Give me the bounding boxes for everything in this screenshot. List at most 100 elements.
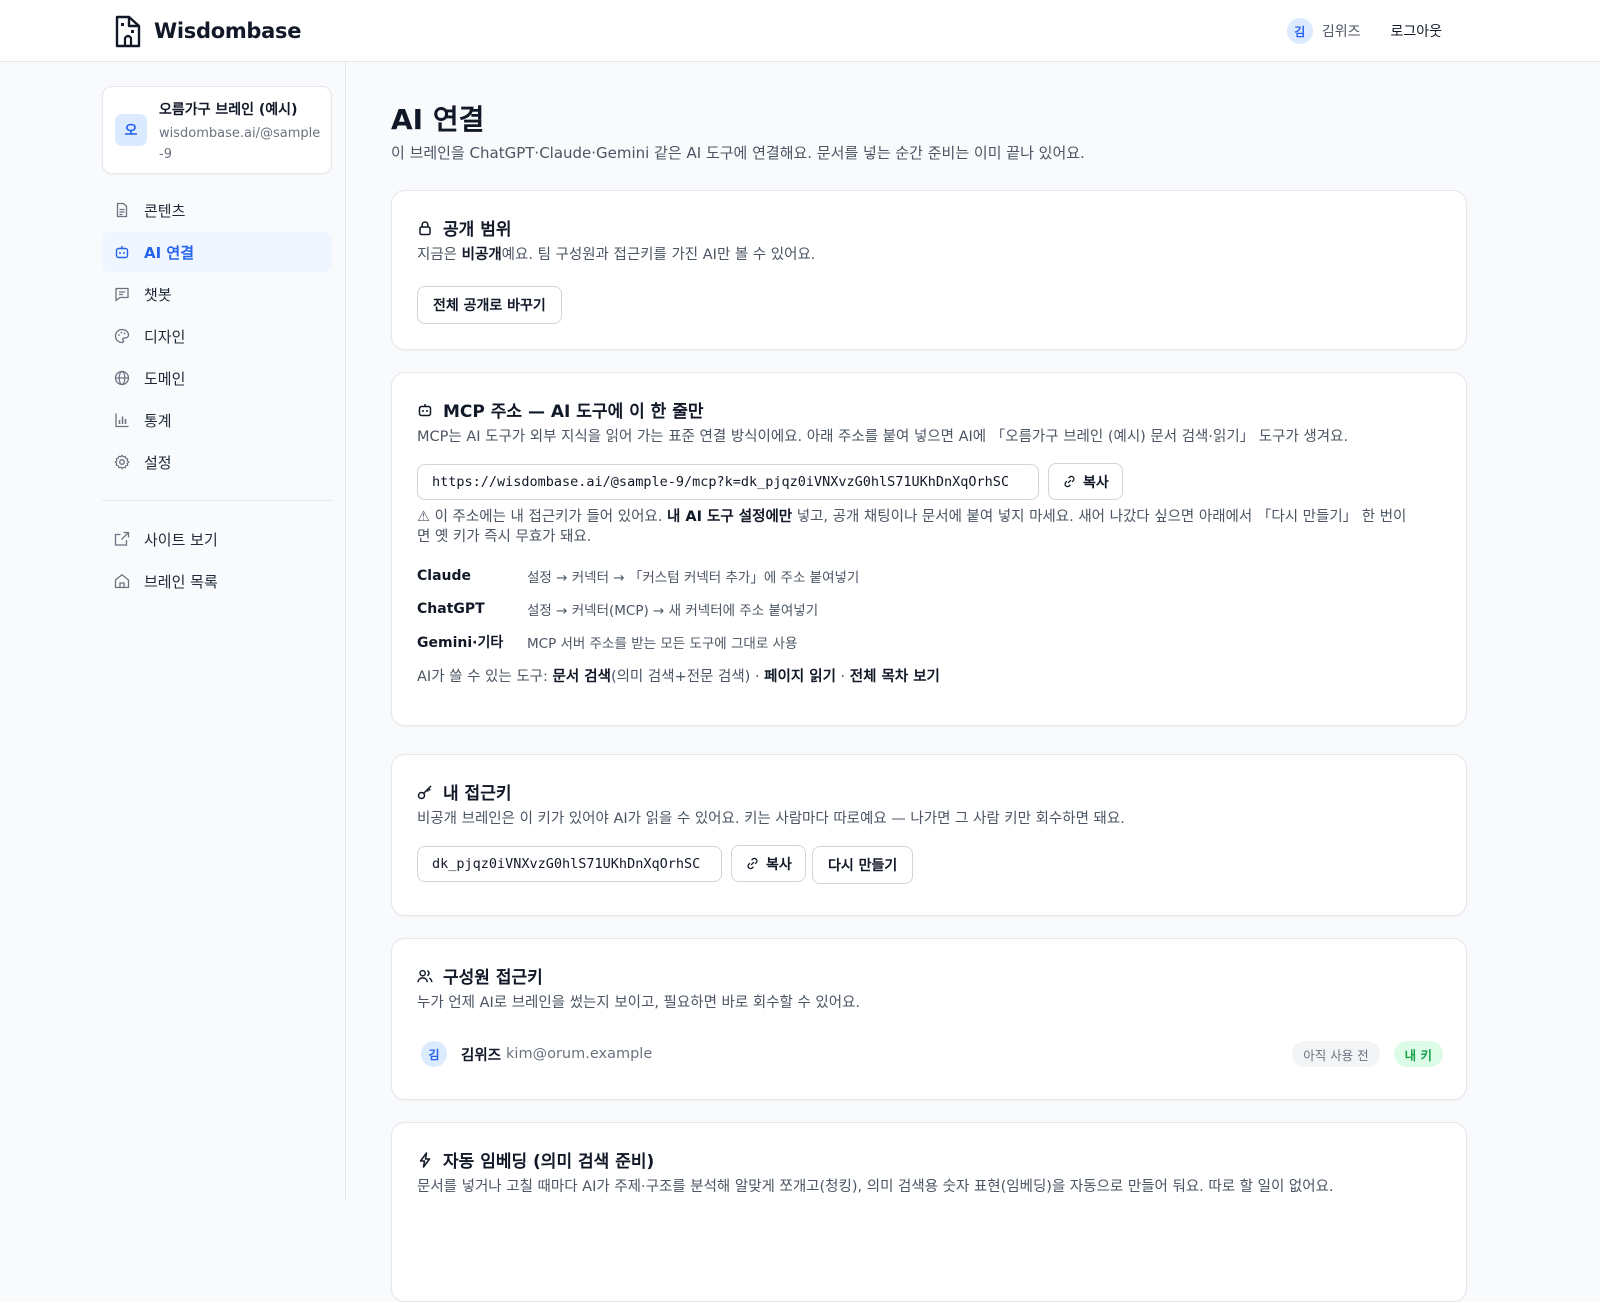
avatar: 김 xyxy=(1286,18,1313,44)
desc-text: 예요. 팀 구성원과 접근키를 가진 AI만 볼 수 있어요. xyxy=(501,247,816,263)
sidebar-item-contents[interactable]: 콘텐츠 xyxy=(102,190,332,230)
tool-instructions: 설정 → 커넥터(MCP) → 새 커넥터에 주소 붙여넣기 xyxy=(527,603,819,619)
mcp-card: MCP 주소 — AI 도구에 이 한 줄만 MCP는 AI 도구가 외부 지식… xyxy=(391,372,1467,726)
sidebar-item-label: 설정 xyxy=(144,453,172,472)
sidebar: 오 오름가구 브레인 (예시) wisdombase.ai/@sample-9 … xyxy=(0,62,346,1200)
warning-text: ⚠ 이 주소에는 내 접근키가 들어 있어요. xyxy=(417,509,667,525)
sidebar-item-label: 사이트 보기 xyxy=(144,530,218,549)
sidebar-item-label: 디자인 xyxy=(144,327,186,346)
palette-icon xyxy=(114,328,130,344)
tool-toc: 전체 목차 보기 xyxy=(849,669,940,685)
copy-label: 복사 xyxy=(1083,474,1109,491)
lightning-icon xyxy=(417,1151,433,1168)
copy-url-button[interactable]: 복사 xyxy=(1048,463,1123,500)
link-icon xyxy=(1064,475,1075,488)
tool-search: 문서 검색 xyxy=(552,669,611,685)
globe-icon xyxy=(114,370,130,386)
regenerate-key-button[interactable]: 다시 만들기 xyxy=(812,846,914,884)
desc-text: 지금은 xyxy=(417,247,462,263)
card-title: MCP 주소 — AI 도구에 이 한 줄만 xyxy=(417,397,704,422)
member-email: kim@orum.example xyxy=(506,1046,653,1062)
member-row: 김 김위즈 kim@orum.example 아직 사용 전 내 키 xyxy=(417,1037,1443,1071)
sidebar-item-ai-connect[interactable]: AI 연결 xyxy=(102,232,332,272)
tool-name: Claude xyxy=(417,568,472,584)
card-title: 자동 임베딩 (의미 검색 준비) xyxy=(417,1147,654,1172)
user-name: 김위즈 xyxy=(1321,24,1361,40)
tool-row-gemini: Gemini·기타 MCP 서버 주소를 받는 모든 도구에 그대로 사용 xyxy=(417,632,797,652)
separator: · xyxy=(835,669,850,685)
brain-switcher[interactable]: 오 오름가구 브레인 (예시) wisdombase.ai/@sample-9 xyxy=(102,86,332,174)
sidebar-item-settings[interactable]: 설정 xyxy=(102,442,332,482)
tool-instructions: 설정 → 커넥터 → 「커스텀 커넥터 추가」에 주소 붙여넣기 xyxy=(527,570,860,586)
card-description: 문서를 넣거나 고칠 때마다 AI가 주제·구조를 분석해 알맞게 쪼개고(청킹… xyxy=(417,1179,1334,1195)
users-icon xyxy=(417,968,433,984)
card-title-text: 자동 임베딩 (의미 검색 준비) xyxy=(443,1152,655,1172)
sidebar-item-design[interactable]: 디자인 xyxy=(102,316,332,356)
sidebar-item-label: 도메인 xyxy=(144,369,186,388)
home-icon xyxy=(114,573,130,589)
brain-avatar: 오 xyxy=(115,114,147,146)
card-description: MCP는 AI 도구가 외부 지식을 읽어 가는 표준 연결 방식이에요. 아래… xyxy=(417,429,1349,445)
robot-icon xyxy=(417,402,433,418)
card-title-text: MCP 주소 — AI 도구에 이 한 줄만 xyxy=(443,402,704,422)
sidebar-item-brain-list[interactable]: 브레인 목록 xyxy=(102,561,332,601)
tool-name: Gemini·기타 xyxy=(417,635,504,651)
bar-chart-icon xyxy=(114,412,130,428)
tool-read-page: 페이지 읽기 xyxy=(764,669,836,685)
building-logo-icon xyxy=(115,15,141,48)
logout-button[interactable]: 로그아웃 xyxy=(1390,21,1442,41)
separator: · xyxy=(750,669,765,685)
tools-prefix: AI가 쓸 수 있는 도구: xyxy=(417,669,553,685)
tool-note: (의미 검색+전문 검색) xyxy=(610,669,751,685)
make-public-button[interactable]: 전체 공개로 바꾸기 xyxy=(417,286,562,324)
brain-name: 오름가구 브레인 (예시) xyxy=(159,102,298,118)
mcp-url-field[interactable]: https://wisdombase.ai/@sample-9/mcp?k=dk… xyxy=(417,464,1039,500)
member-badges: 아직 사용 전 내 키 xyxy=(1292,1041,1443,1067)
top-bar: Wisdombase 김 김위즈 로그아웃 xyxy=(0,0,1600,62)
sidebar-item-label: AI 연결 xyxy=(144,243,195,262)
brand-logo-link[interactable]: Wisdombase xyxy=(114,14,301,48)
sidebar-item-domain[interactable]: 도메인 xyxy=(102,358,332,398)
sidebar-nav: 콘텐츠 AI 연결 챗봇 디자인 도메인 통계 설정 사이트 보기 브레인 목록 xyxy=(102,190,332,603)
auto-embedding-card: 자동 임베딩 (의미 검색 준비) 문서를 넣거나 고칠 때마다 AI가 주제·… xyxy=(391,1122,1467,1302)
sidebar-item-stats[interactable]: 통계 xyxy=(102,400,332,440)
tool-row-claude: Claude 설정 → 커넥터 → 「커스텀 커넥터 추가」에 주소 붙여넣기 xyxy=(417,566,859,586)
avatar: 김 xyxy=(421,1041,447,1067)
card-title: 구성원 접근키 xyxy=(417,963,543,988)
user-menu: 김 김위즈 로그아웃 xyxy=(1286,18,1442,44)
card-description: 누가 언제 AI로 브레인을 썼는지 보이고, 필요하면 바로 회수할 수 있어… xyxy=(417,995,861,1011)
visibility-card: 공개 범위 지금은 비공개예요. 팀 구성원과 접근키를 가진 AI만 볼 수 … xyxy=(391,190,1467,350)
sidebar-item-label: 브레인 목록 xyxy=(144,572,218,591)
document-icon xyxy=(114,202,130,218)
chat-icon xyxy=(114,286,130,302)
link-icon xyxy=(747,857,758,870)
sidebar-divider xyxy=(102,500,332,501)
card-title-text: 공개 범위 xyxy=(443,220,512,240)
sidebar-item-label: 통계 xyxy=(144,411,172,430)
sidebar-item-label: 콘텐츠 xyxy=(144,201,186,220)
copy-key-button[interactable]: 복사 xyxy=(731,845,806,882)
my-key-badge: 내 키 xyxy=(1393,1041,1443,1067)
tool-name: ChatGPT xyxy=(417,601,485,617)
lock-icon xyxy=(417,220,433,236)
security-warning: ⚠ 이 주소에는 내 접근키가 들어 있어요. 내 AI 도구 설정에만 넣고,… xyxy=(417,507,1417,547)
page-description: 이 브레인을 ChatGPT·Claude·Gemini 같은 AI 도구에 연… xyxy=(391,144,1085,162)
tool-row-chatgpt: ChatGPT 설정 → 커넥터(MCP) → 새 커넥터에 주소 붙여넣기 xyxy=(417,599,818,619)
available-tools: AI가 쓸 수 있는 도구: 문서 검색(의미 검색+전문 검색) · 페이지 … xyxy=(417,665,940,686)
robot-icon xyxy=(114,244,130,260)
visibility-status: 비공개 xyxy=(461,247,502,263)
access-key-field[interactable]: dk_pjqz0iVNXvzG0hlS71UKhDnXqOrhSC xyxy=(417,846,722,882)
copy-label: 복사 xyxy=(766,856,792,873)
brand-name: Wisdombase xyxy=(154,19,302,43)
sidebar-item-chatbot[interactable]: 챗봇 xyxy=(102,274,332,314)
key-icon xyxy=(417,784,433,800)
brain-url: wisdombase.ai/@sample-9 xyxy=(159,126,321,162)
gear-icon xyxy=(114,454,130,470)
usage-status-badge: 아직 사용 전 xyxy=(1292,1041,1380,1067)
card-title-text: 내 접근키 xyxy=(443,784,512,804)
sidebar-item-view-site[interactable]: 사이트 보기 xyxy=(102,519,332,559)
access-key-card: 내 접근키 비공개 브레인은 이 키가 있어야 AI가 읽을 수 있어요. 키는… xyxy=(391,754,1467,916)
card-title-text: 구성원 접근키 xyxy=(443,968,543,988)
card-title: 내 접근키 xyxy=(417,779,511,804)
external-link-icon xyxy=(114,531,130,547)
